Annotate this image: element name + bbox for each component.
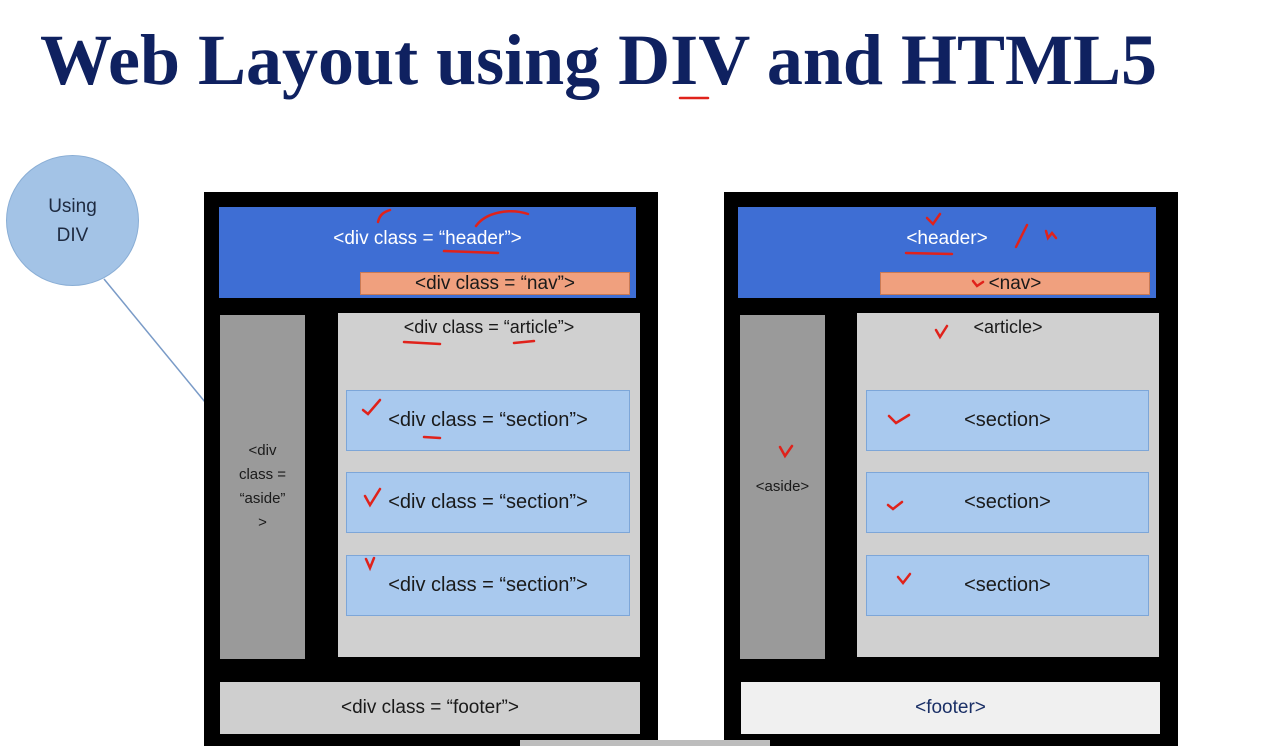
video-scrub-strip xyxy=(520,740,770,746)
div-section-label-2: <div class = “section”> xyxy=(388,491,588,513)
html5-section-label-1: <section> xyxy=(964,409,1051,431)
div-footer-block: <div class = “footer”> xyxy=(220,682,640,734)
div-section-block-1: <div class = “section”> xyxy=(346,390,630,451)
html5-nav-label: <nav> xyxy=(988,272,1042,294)
div-footer-label: <div class = “footer”> xyxy=(341,697,519,718)
html5-section-block-1: <section> xyxy=(866,390,1149,451)
html5-section-label-3: <section> xyxy=(964,574,1051,596)
html5-layout-panel: <header> <nav> <aside> <article> <sectio… xyxy=(724,192,1178,746)
html5-article-label: <article> xyxy=(973,317,1043,337)
html5-header-label: <header> xyxy=(906,228,988,249)
html5-footer-block: <footer> xyxy=(741,682,1160,734)
using-div-bubble: Using DIV xyxy=(6,155,139,286)
div-section-block-3: <div class = “section”> xyxy=(346,555,630,616)
html5-aside-label: <aside> xyxy=(755,478,810,495)
bubble-label: Using DIV xyxy=(48,195,97,246)
html5-nav-block: <nav> xyxy=(880,272,1150,295)
div-nav-label: <div class = “nav”> xyxy=(415,272,575,294)
div-article-label: <div class = “article”> xyxy=(403,317,575,337)
div-section-block-2: <div class = “section”> xyxy=(346,472,630,533)
html5-section-label-2: <section> xyxy=(964,491,1051,513)
div-nav-block: <div class = “nav”> xyxy=(360,272,630,295)
html5-section-block-3: <section> xyxy=(866,555,1149,616)
div-header-label: <div class = “header”> xyxy=(333,228,522,249)
div-section-label-1: <div class = “section”> xyxy=(388,409,588,431)
div-aside-block: <div class = “aside” > xyxy=(220,315,305,659)
html5-section-block-2: <section> xyxy=(866,472,1149,533)
div-aside-label: <div class = “aside” > xyxy=(238,442,287,531)
slide-title: Web Layout using DIV and HTML5 xyxy=(40,20,1157,100)
html5-footer-label: <footer> xyxy=(915,697,986,718)
div-layout-panel: <div class = “header”> <div class = “nav… xyxy=(204,192,658,746)
html5-aside-block: <aside> xyxy=(740,315,825,659)
div-section-label-3: <div class = “section”> xyxy=(388,574,588,596)
